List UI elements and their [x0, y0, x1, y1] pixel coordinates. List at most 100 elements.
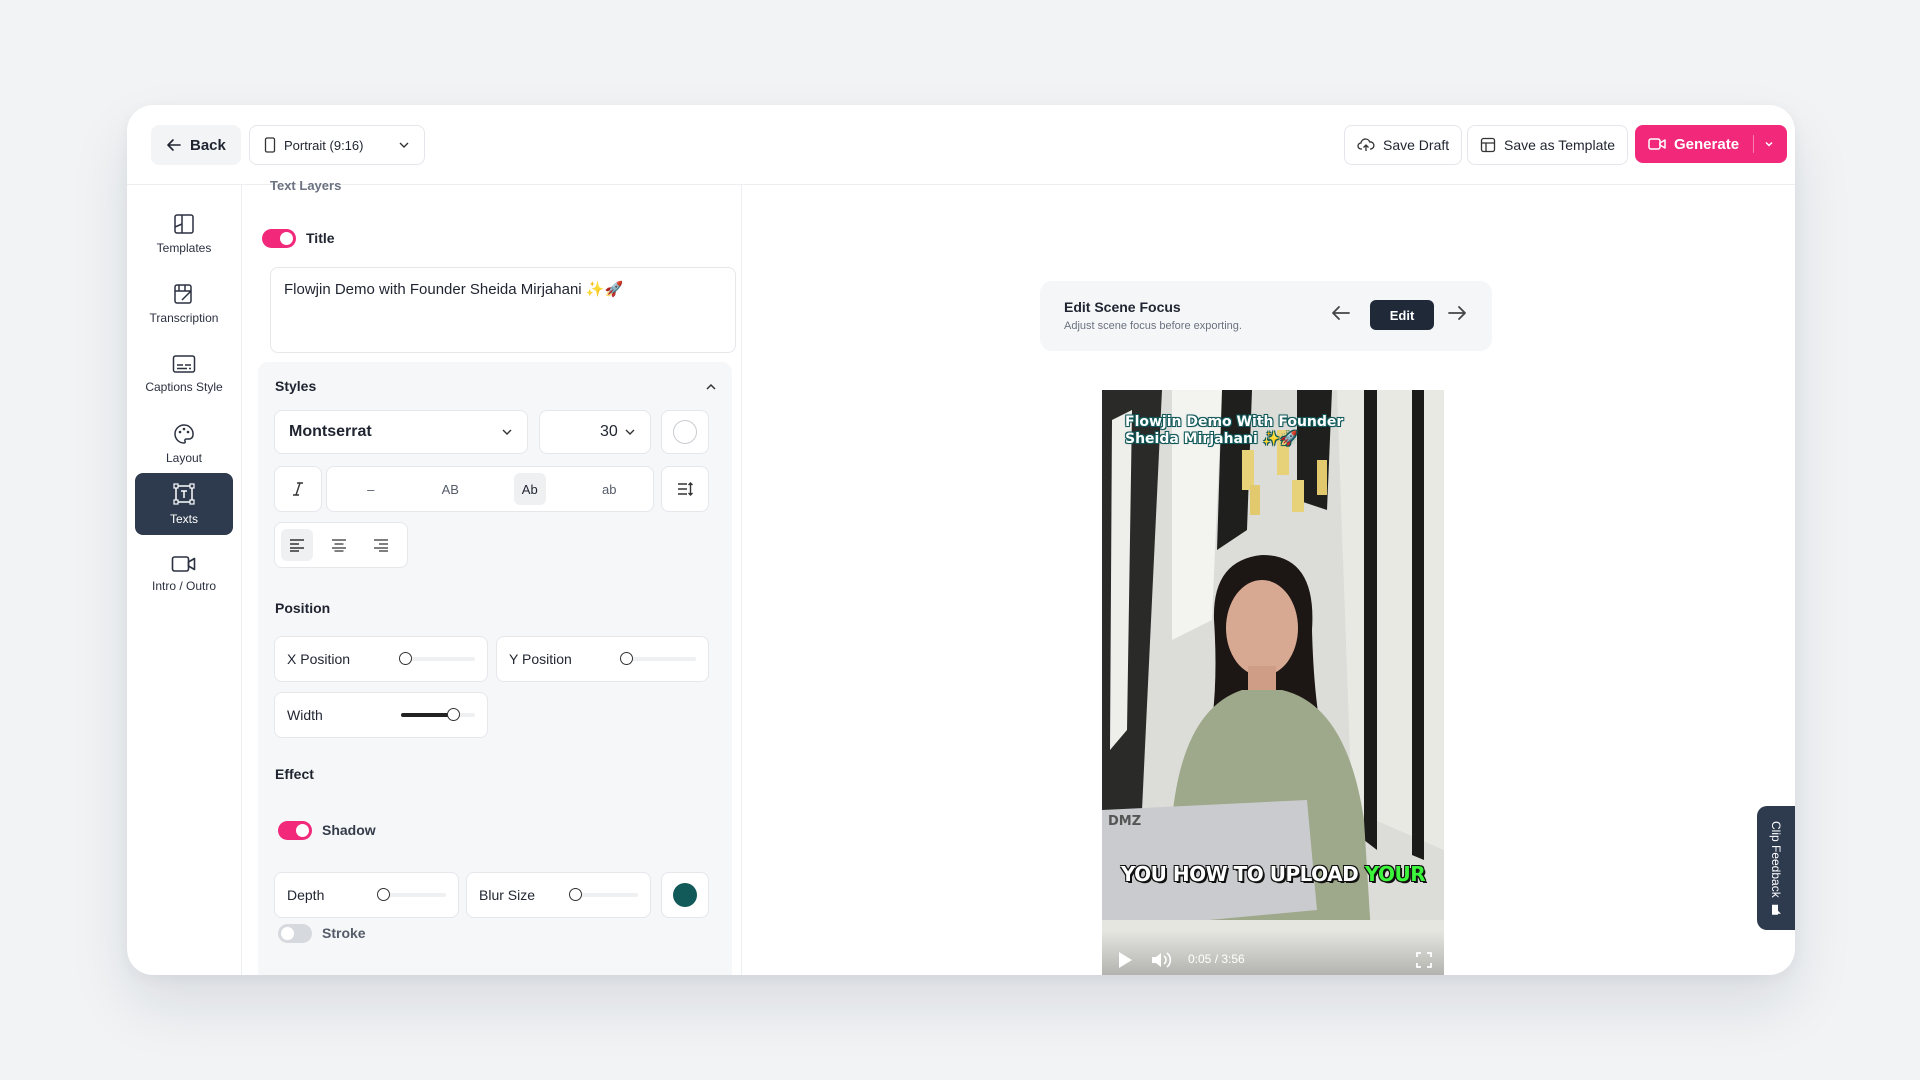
- sidebar-item-label: Captions Style: [145, 380, 223, 394]
- align-left-icon: [290, 539, 304, 552]
- text-color-picker[interactable]: [661, 410, 709, 454]
- shadow-color-picker[interactable]: [661, 872, 709, 918]
- slider-track[interactable]: [569, 888, 638, 901]
- stroke-toggle[interactable]: [278, 924, 312, 943]
- sidebar-item-templates[interactable]: Templates: [135, 203, 233, 265]
- y-position-slider[interactable]: Y Position: [496, 636, 709, 682]
- align-center-option[interactable]: [323, 529, 355, 561]
- font-family-select[interactable]: Montserrat: [274, 410, 528, 454]
- sidebar-item-transcription[interactable]: Transcription: [135, 273, 233, 335]
- y-position-label: Y Position: [509, 651, 572, 667]
- shadow-color-swatch: [673, 883, 697, 907]
- slider-knob[interactable]: [569, 888, 583, 901]
- arrow-left-icon[interactable]: [1330, 302, 1352, 324]
- width-label: Width: [287, 707, 323, 723]
- save-as-template-button[interactable]: Save as Template: [1467, 125, 1629, 165]
- slider-knob[interactable]: [377, 888, 391, 901]
- depth-label: Depth: [287, 887, 325, 903]
- x-position-slider[interactable]: X Position: [274, 636, 488, 682]
- arrow-left-icon: [167, 139, 181, 151]
- position-heading: Position: [275, 600, 331, 616]
- case-none-option[interactable]: –: [355, 473, 387, 505]
- case-upper-option[interactable]: AB: [434, 473, 466, 505]
- transcription-icon: [174, 284, 192, 304]
- text-icon: [173, 483, 195, 505]
- save-as-template-label: Save as Template: [1504, 137, 1616, 153]
- text-case-group: – AB Ab ab: [326, 466, 654, 512]
- edit-scene-button[interactable]: Edit: [1370, 300, 1434, 330]
- sidebar-item-texts[interactable]: Texts: [135, 473, 233, 535]
- stroke-label: Stroke: [322, 925, 366, 941]
- font-size-select[interactable]: 30: [539, 410, 651, 454]
- line-spacing-button[interactable]: [661, 466, 709, 512]
- scene-focus-bar: Edit Scene Focus Adjust scene focus befo…: [1040, 281, 1492, 351]
- video-frame-image: DMZ: [1102, 390, 1444, 975]
- generate-button[interactable]: Generate: [1635, 125, 1788, 163]
- chevron-down-icon: [399, 142, 409, 148]
- title-text-input[interactable]: Flowjin Demo with Founder Sheida Mirjaha…: [270, 267, 736, 353]
- chevron-down-icon: [625, 429, 635, 435]
- sidebar-item-intro-outro[interactable]: Intro / Outro: [135, 543, 233, 605]
- chevron-down-icon[interactable]: [1764, 139, 1774, 149]
- color-swatch: [673, 420, 697, 444]
- sidebar-item-captions-style[interactable]: Captions Style: [135, 343, 233, 405]
- video-player[interactable]: DMZ Flowjin Demo With Founder Sheida Mir…: [1102, 390, 1444, 975]
- italic-toggle[interactable]: [274, 466, 322, 512]
- title-toggle-label: Title: [306, 230, 335, 246]
- svg-text:DMZ: DMZ: [1108, 814, 1141, 829]
- title-toggle[interactable]: [262, 229, 296, 248]
- editor-window: Back Portrait (9:16) Save Draft Save as …: [127, 105, 1795, 975]
- slider-fill: [401, 713, 453, 717]
- case-lower-option[interactable]: ab: [593, 473, 625, 505]
- slider-track[interactable]: [398, 652, 475, 665]
- video-time: 0:05 / 3:56: [1188, 952, 1245, 966]
- template-save-icon: [1480, 137, 1496, 153]
- video-overlay-title: Flowjin Demo With Founder Sheida Mirjaha…: [1125, 414, 1344, 447]
- blur-size-label: Blur Size: [479, 887, 536, 903]
- font-family-value: Montserrat: [289, 423, 372, 440]
- cloud-upload-icon: [1357, 138, 1375, 151]
- video-controls: 0:05 / 3:56: [1102, 930, 1444, 975]
- palette-icon: [174, 424, 194, 444]
- shadow-label: Shadow: [322, 822, 376, 838]
- sidebar-item-label: Templates: [156, 241, 212, 255]
- width-slider[interactable]: Width: [274, 692, 488, 738]
- sidebar-item-layout[interactable]: Layout: [135, 413, 233, 475]
- clip-feedback-label: Clip Feedback: [1769, 821, 1783, 916]
- chevron-down-icon: [502, 429, 512, 435]
- phone-icon: [264, 137, 276, 153]
- aspect-ratio-select[interactable]: Portrait (9:16): [249, 125, 425, 165]
- volume-icon[interactable]: [1150, 950, 1172, 970]
- sidebar-item-label: Layout: [165, 451, 203, 465]
- save-draft-label: Save Draft: [1383, 137, 1450, 153]
- text-layers-heading: Text Layers: [270, 178, 342, 193]
- sidebar-item-label: Texts: [169, 512, 198, 526]
- align-right-option[interactable]: [365, 529, 397, 561]
- fullscreen-icon[interactable]: [1416, 952, 1432, 968]
- slider-knob[interactable]: [446, 708, 460, 721]
- slider-knob[interactable]: [619, 652, 633, 665]
- back-button[interactable]: Back: [151, 125, 241, 165]
- align-right-icon: [374, 539, 388, 552]
- video-camera-icon: [1648, 138, 1666, 150]
- arrow-right-icon[interactable]: [1446, 302, 1468, 324]
- clip-feedback-tab[interactable]: Clip Feedback: [1757, 806, 1795, 930]
- slider-knob[interactable]: [398, 652, 412, 665]
- chevron-up-icon[interactable]: [705, 381, 717, 393]
- blur-size-slider[interactable]: Blur Size: [466, 872, 651, 918]
- video-icon: [171, 556, 196, 572]
- depth-slider[interactable]: Depth: [274, 872, 459, 918]
- back-label: Back: [190, 136, 226, 154]
- play-icon[interactable]: [1116, 950, 1134, 970]
- slider-track[interactable]: [377, 888, 446, 901]
- captions-icon: [172, 355, 196, 373]
- case-title-option[interactable]: Ab: [513, 473, 546, 505]
- scene-focus-title: Edit Scene Focus: [1064, 299, 1181, 315]
- slider-track[interactable]: [401, 708, 475, 721]
- generate-label: Generate: [1674, 135, 1740, 153]
- align-left-option[interactable]: [281, 529, 313, 561]
- caption-text: YOU HOW TO UPLOAD: [1120, 862, 1359, 886]
- slider-track[interactable]: [619, 652, 696, 665]
- save-draft-button[interactable]: Save Draft: [1344, 125, 1463, 165]
- shadow-toggle[interactable]: [278, 821, 312, 840]
